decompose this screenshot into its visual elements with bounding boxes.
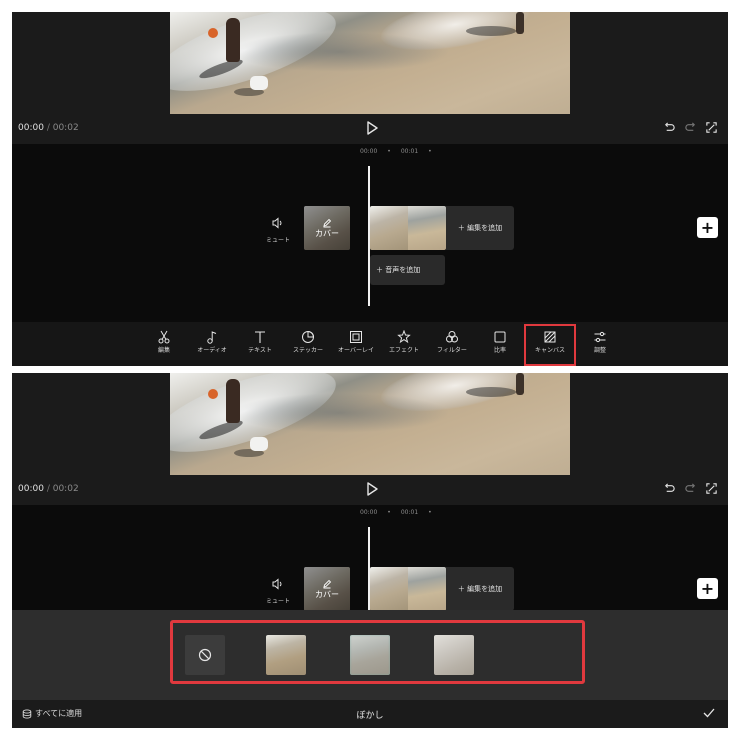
time-separator: / [46,123,50,133]
pencil-icon [323,579,332,588]
adjust-icon [594,331,606,343]
video-preview [12,12,728,114]
blur-options-highlight [170,620,585,684]
mute-label: ミュート [265,237,290,244]
tool-text[interactable]: テキスト [236,324,284,366]
tool-edit[interactable]: 編集 [140,324,188,366]
undo-icon[interactable] [663,121,676,134]
add-edit-button[interactable]: ＋ 編集を追加 [446,206,514,250]
pencil-icon [323,218,332,227]
bottom-toolbar: 編集 オーディオ テキスト ステッカー オーバーレイ エフェクト フィルター 比… [140,324,624,366]
add-audio-button[interactable]: ＋ 音声を追加 [370,255,445,285]
tool-filter[interactable]: フィルター [428,324,476,366]
blur-option-1[interactable] [266,635,306,675]
sticker-icon [302,330,315,343]
no-blur-icon [198,648,212,662]
blur-option-3[interactable] [434,635,474,675]
blur-option-2[interactable] [350,635,390,675]
add-clip-button[interactable]: + [697,217,718,238]
effects-icon [397,330,411,344]
playhead[interactable] [368,166,370,306]
mute-button[interactable]: ミュート [265,214,291,244]
blur-options-panel [12,610,728,700]
play-icon[interactable] [364,481,380,497]
time-display: 00:00 / 00:02 [18,123,79,133]
timeline[interactable]: 00:00 • 00:01 • ミュート カバー ＋ 編集を追加 + [12,505,728,612]
playhead[interactable] [368,527,370,612]
speaker-icon [272,578,282,590]
checkmark-icon[interactable] [702,706,716,720]
undo-icon[interactable] [663,482,676,495]
video-clip[interactable] [370,206,446,250]
tool-ratio[interactable]: 比率 [476,324,524,366]
tool-canvas[interactable]: キャンバス [524,324,576,366]
time-separator: / [46,484,50,494]
blur-bottom-bar: すべてに適用 ぼかし [12,700,728,728]
cover-label: カバー [315,589,339,599]
time-ruler: 00:00 • 00:01 • [360,509,432,516]
text-icon [255,331,265,343]
tool-sticker[interactable]: ステッカー [284,324,332,366]
scissors-icon [158,330,170,344]
editor-screen-canvas-blur: 00:00 / 00:02 00:00 • 00:01 • ミュート カバー ＋ 編… [12,373,728,728]
blur-option-4[interactable] [518,635,558,675]
total-time: 00:02 [52,123,79,133]
cover-button[interactable]: カバー [304,567,350,611]
video-frame [170,373,570,475]
filter-icon [446,331,458,343]
mute-label: ミュート [265,598,290,605]
blur-option-none[interactable] [185,635,225,675]
time-display: 00:00 / 00:02 [18,484,79,494]
fullscreen-icon[interactable] [705,482,718,495]
editor-screen-main: 00:00 / 00:02 00:00 • 00:01 • ミュート カバー ＋ 編… [12,12,728,366]
panel-title: ぼかし [356,711,384,721]
redo-icon[interactable] [684,482,697,495]
cover-label: カバー [315,228,339,238]
video-clip[interactable] [370,567,446,611]
music-note-icon [207,331,217,344]
current-time: 00:00 [18,484,44,494]
fullscreen-icon[interactable] [705,121,718,134]
tool-overlay[interactable]: オーバーレイ [332,324,380,366]
playback-controls: 00:00 / 00:02 [12,475,728,505]
mute-button[interactable]: ミュート [265,575,291,605]
playback-controls: 00:00 / 00:02 [12,114,728,144]
redo-icon[interactable] [684,121,697,134]
time-ruler: 00:00 • 00:01 • [360,148,432,155]
add-edit-button[interactable]: ＋ 編集を追加 [446,567,514,611]
timeline[interactable]: 00:00 • 00:01 • ミュート カバー ＋ 編集を追加 ＋ 音声を追加 + [12,144,728,322]
speaker-icon [272,217,282,229]
current-time: 00:00 [18,123,44,133]
video-preview [12,373,728,475]
tool-audio[interactable]: オーディオ [188,324,236,366]
play-icon[interactable] [364,120,380,136]
cover-button[interactable]: カバー [304,206,350,250]
video-frame [170,12,570,114]
overlay-icon [350,331,362,343]
canvas-icon [544,331,556,343]
tool-adjust[interactable]: 調整 [576,324,624,366]
tool-effects[interactable]: エフェクト [380,324,428,366]
total-time: 00:02 [52,484,79,494]
ratio-icon [494,331,506,343]
add-clip-button[interactable]: + [697,578,718,599]
